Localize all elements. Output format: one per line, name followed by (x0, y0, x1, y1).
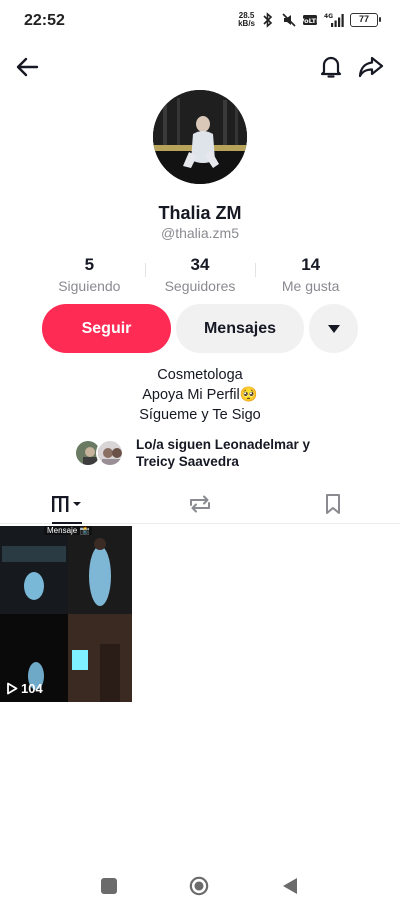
video-cover (0, 526, 132, 702)
svg-text:VoLTE: VoLTE (302, 17, 318, 25)
profile-avatar[interactable] (153, 90, 247, 184)
mutual-followers-line: Lo/a siguen Leonadelmar y (136, 437, 311, 452)
more-options-button[interactable] (309, 304, 358, 353)
home-circle-icon (189, 876, 209, 896)
system-back-button[interactable] (280, 876, 300, 896)
repost-icon (189, 495, 210, 512)
bell-icon (320, 56, 342, 78)
bio-line-text: Apoya Mi Perfil (142, 387, 240, 403)
view-count: 104 (21, 681, 43, 696)
follow-button[interactable]: Seguir (42, 304, 171, 353)
message-button[interactable]: Mensajes (176, 304, 304, 353)
caret-down-icon (327, 324, 340, 333)
profile-stats: 5 Siguiendo 34 Seguidores 14 Me gusta (34, 255, 366, 295)
profile-bio: Cosmetologa Apoya Mi Perfil🥺 Sígueme y T… (0, 365, 400, 425)
stat-label: Me gusta (281, 278, 340, 294)
play-icon (7, 682, 18, 695)
system-navigation-bar (0, 870, 400, 902)
signal-icon: 4G (324, 13, 344, 27)
video-caption: Mensaje 📸 (44, 526, 93, 535)
stat-value: 34 (190, 255, 210, 274)
favorites-tab[interactable] (267, 484, 400, 523)
status-icons: 28.5 kB/s VoLTE 4G 77 (238, 12, 381, 28)
avatar-photo (153, 90, 247, 184)
videos-tab[interactable] (0, 484, 133, 524)
mutual-avatars (74, 437, 128, 469)
stat-value: 14 (301, 255, 321, 274)
share-icon (358, 56, 384, 78)
mute-icon (282, 13, 296, 27)
bio-line: Apoya Mi Perfil🥺 (0, 385, 400, 405)
grid-icon (51, 495, 81, 512)
network-speed: 28.5 kB/s (238, 12, 255, 28)
triangle-back-icon (283, 878, 297, 894)
video-thumbnail[interactable]: Mensaje 📸 104 (0, 526, 132, 702)
profile-tabs (0, 484, 400, 524)
recent-apps-button[interactable] (99, 876, 119, 896)
profile-name: Thalia ZM (158, 203, 242, 223)
pleading-face-emoji: 🥺 (239, 387, 258, 403)
bio-line: Cosmetologa (157, 367, 243, 383)
reposts-tab[interactable] (133, 484, 266, 523)
home-button[interactable] (189, 876, 209, 896)
share-button[interactable] (356, 52, 386, 82)
mutual-followers-line: Treicy Saavedra (136, 454, 239, 469)
notifications-button[interactable] (316, 52, 346, 82)
square-icon (101, 878, 117, 894)
profile-handle: @thalia.zm5 (160, 225, 240, 241)
bluetooth-icon (263, 12, 273, 28)
arrow-left-icon (16, 57, 39, 77)
stat-followers[interactable]: 34 Seguidores (144, 255, 256, 295)
network-speed-unit: kB/s (238, 19, 255, 28)
stat-label: Seguidores (164, 278, 236, 294)
stat-likes[interactable]: 14 Me gusta (255, 255, 366, 295)
stat-label: Siguiendo (58, 278, 121, 294)
video-views: 104 (6, 681, 43, 696)
status-time: 22:52 (24, 12, 65, 29)
avatar (96, 439, 124, 467)
bookmark-icon (326, 493, 341, 514)
mutual-followers[interactable]: Lo/a siguen Leonadelmar y Treicy Saavedr… (74, 436, 310, 470)
back-button[interactable] (12, 52, 42, 82)
stat-value: 5 (84, 255, 95, 274)
volte-icon: VoLTE (302, 15, 318, 25)
stat-following[interactable]: 5 Siguiendo (34, 255, 145, 295)
status-bar: 22:52 28.5 kB/s VoLTE 4G 77 (0, 0, 400, 44)
bio-line: Sígueme y Te Sigo (139, 407, 261, 423)
mutual-followers-text: Lo/a siguen Leonadelmar y Treicy Saavedr… (136, 436, 310, 470)
battery-icon: 77 (350, 13, 381, 27)
network-type: 4G (324, 13, 333, 20)
